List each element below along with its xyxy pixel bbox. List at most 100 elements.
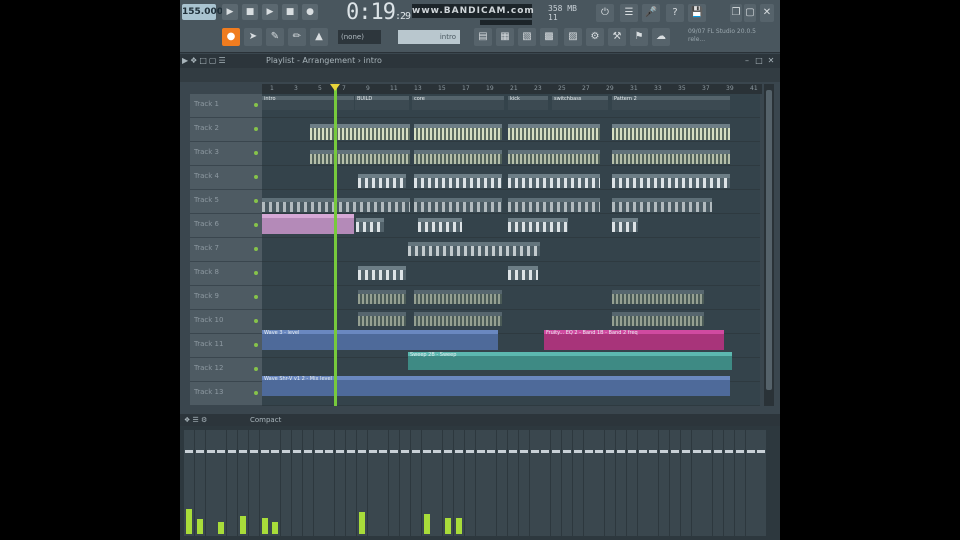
record-icon[interactable]: ●: [302, 4, 318, 20]
save-icon[interactable]: 💾: [688, 4, 706, 22]
track-mute-led-icon[interactable]: [254, 175, 258, 179]
microphone-icon[interactable]: 🎤: [642, 4, 660, 22]
record-mode-button[interactable]: ●: [222, 28, 240, 46]
cloud-icon[interactable]: ☁: [652, 28, 670, 46]
mixer-fader[interactable]: [519, 450, 528, 453]
clip-kick[interactable]: kick: [508, 96, 548, 110]
mixer-fader[interactable]: [411, 450, 420, 453]
mixer-fader[interactable]: [703, 450, 712, 453]
mixer-strip[interactable]: [281, 430, 292, 536]
pattern-clip[interactable]: [508, 124, 600, 140]
drum-clip[interactable]: [612, 198, 712, 212]
mixer-strip[interactable]: [432, 430, 443, 536]
mixer-fader[interactable]: [746, 450, 755, 453]
mixer-fader[interactable]: [606, 450, 615, 453]
mixer-fader[interactable]: [681, 450, 690, 453]
pattern-clip[interactable]: [358, 290, 406, 304]
playhead[interactable]: [334, 84, 337, 406]
mixer-strip[interactable]: [508, 430, 518, 536]
mixer-fader[interactable]: [725, 450, 733, 453]
mixer-fader[interactable]: [541, 450, 550, 453]
track-mute-led-icon[interactable]: [254, 223, 258, 227]
clip-intro[interactable]: intro: [262, 96, 354, 110]
mixer-strip[interactable]: [540, 430, 551, 536]
mixer-fader[interactable]: [487, 450, 496, 453]
mixer-fader[interactable]: [314, 450, 323, 453]
track-header[interactable]: Track 6: [190, 214, 262, 238]
pattern-selector[interactable]: intro: [398, 30, 460, 44]
maximize-window-icon[interactable]: ▢: [744, 4, 756, 22]
mixer-strip[interactable]: [302, 430, 313, 536]
track-header[interactable]: Track 7: [190, 238, 262, 262]
audio-clip[interactable]: [418, 218, 462, 232]
mixer-strip[interactable]: [378, 430, 389, 536]
play-icon[interactable]: ▶: [262, 4, 278, 20]
mixer-strip[interactable]: [454, 430, 464, 536]
mixer-strip[interactable]: [680, 430, 691, 536]
mixer-strip[interactable]: [734, 430, 745, 536]
playlist-minimize-icon[interactable]: –: [742, 54, 752, 68]
mixer-strip[interactable]: [205, 430, 216, 536]
mixer-strip[interactable]: [475, 430, 486, 536]
pencil-icon[interactable]: ✏: [288, 28, 306, 46]
mixer-view-icon[interactable]: ▩: [540, 28, 558, 46]
close-window-icon[interactable]: ✕: [760, 4, 774, 22]
pattern-clip[interactable]: [358, 312, 406, 326]
mixer-strip[interactable]: [346, 430, 356, 536]
mixer-strip[interactable]: [670, 430, 680, 536]
track-header[interactable]: Track 8: [190, 262, 262, 286]
mixer-icon[interactable]: ☰: [620, 4, 638, 22]
track-header[interactable]: Track 3: [190, 142, 262, 166]
mixer-strip[interactable]: [518, 430, 529, 536]
mixer-fader[interactable]: [617, 450, 625, 453]
mixer-fader[interactable]: [271, 450, 280, 453]
mixer-fader[interactable]: [584, 450, 593, 453]
drum-clip[interactable]: [414, 198, 502, 212]
mixer-fader[interactable]: [455, 450, 463, 453]
automation-clip[interactable]: Wave 3 - level: [262, 330, 498, 350]
track-mute-led-icon[interactable]: [254, 151, 258, 155]
audio-clip[interactable]: [508, 218, 568, 232]
channel-rack-icon[interactable]: ▧: [518, 28, 536, 46]
automation-clip[interactable]: Wave Shr-V v1 2 - Mix level: [262, 376, 730, 396]
mixer-strip[interactable]: [270, 430, 281, 536]
mixer-fader[interactable]: [660, 450, 669, 453]
track-header[interactable]: Track 2: [190, 118, 262, 142]
track-mute-led-icon[interactable]: [254, 391, 258, 395]
mixer-strip[interactable]: [724, 430, 734, 536]
mixer-fader[interactable]: [217, 450, 226, 453]
mixer-strip[interactable]: [626, 430, 637, 536]
arrow-icon[interactable]: ➤: [244, 28, 262, 46]
mixer-strip[interactable]: [616, 430, 626, 536]
track-mute-led-icon[interactable]: [254, 295, 258, 299]
playlist-maximize-icon[interactable]: □: [754, 54, 764, 68]
mixer-fader[interactable]: [465, 450, 474, 453]
mixer-strip[interactable]: [691, 430, 702, 536]
mixer-fader[interactable]: [401, 450, 409, 453]
mixer-strip[interactable]: [335, 430, 346, 536]
mixer-strip[interactable]: [248, 430, 259, 536]
playhead-marker-icon[interactable]: [330, 84, 340, 91]
mixer-fader[interactable]: [509, 450, 517, 453]
mixer-fader[interactable]: [757, 450, 766, 453]
pattern-clip[interactable]: [508, 150, 600, 164]
mixer-strip[interactable]: [194, 430, 205, 536]
mixer-strip[interactable]: [356, 430, 367, 536]
mixer-fader[interactable]: [293, 450, 301, 453]
mixer-fader[interactable]: [476, 450, 485, 453]
mixer-fader[interactable]: [422, 450, 431, 453]
stop-icon[interactable]: ■: [282, 4, 298, 20]
pattern-clip[interactable]: [612, 312, 704, 326]
mixer-strip[interactable]: [464, 430, 475, 536]
pattern-clip[interactable]: [414, 290, 502, 304]
mixer-strip[interactable]: [486, 430, 497, 536]
clip-pattern-2[interactable]: Pattern 2: [612, 96, 730, 110]
plugin-icon[interactable]: ⚙: [586, 28, 604, 46]
mixer-strip[interactable]: [389, 430, 400, 536]
mixer-strip[interactable]: [756, 430, 767, 536]
mixer-fader[interactable]: [347, 450, 355, 453]
track-header[interactable]: Track 9: [190, 286, 262, 310]
song-mode-icon[interactable]: ▶: [222, 4, 238, 20]
pattern-clip[interactable]: [612, 124, 730, 140]
mixer-fader[interactable]: [325, 450, 334, 453]
